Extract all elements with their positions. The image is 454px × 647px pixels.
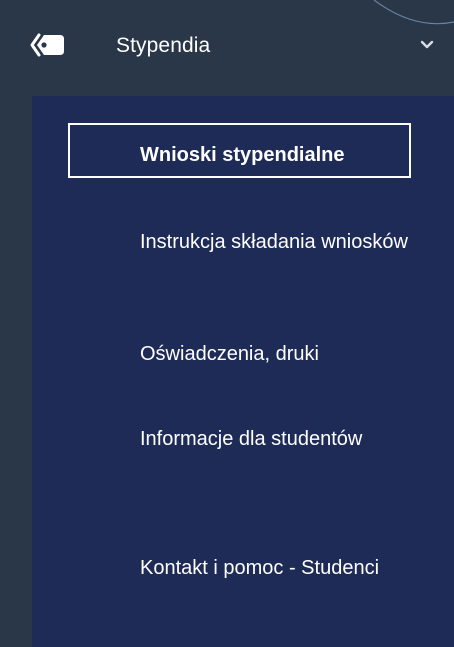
submenu-item-label: Wnioski stypendialne	[140, 144, 345, 166]
submenu-item-label: Kontakt i pomoc - Studenci	[140, 557, 380, 579]
submenu-item-informacje-dla-studentow[interactable]: Informacje dla studentów	[140, 421, 430, 457]
submenu-item-label: Oświadczenia, druki	[140, 343, 319, 365]
submenu-item-oswiadczenia-druki[interactable]: Oświadczenia, druki	[140, 336, 430, 372]
submenu-item-label: Instrukcja składania wniosków	[140, 231, 408, 253]
submenu-item-kontakt-i-pomoc[interactable]: Kontakt i pomoc - Studenci	[140, 550, 430, 586]
chevron-down-icon[interactable]	[420, 40, 434, 50]
submenu: Wnioski stypendialne Instrukcja składani…	[32, 96, 454, 647]
submenu-item-instrukcja-skladania-wnioskow[interactable]: Instrukcja składania wniosków	[140, 224, 430, 260]
submenu-item-label: Informacje dla studentów	[140, 428, 363, 450]
menu-section-title: Stypendia	[116, 34, 211, 57]
submenu-item-wnioski-stypendialne[interactable]: Wnioski stypendialne	[140, 137, 430, 173]
sidebar-menu: Stypendia Wnioski stypendialne Instrukcj…	[0, 0, 454, 647]
menu-section-stypendia[interactable]: Stypendia	[0, 0, 454, 96]
tag-icon	[30, 33, 64, 57]
